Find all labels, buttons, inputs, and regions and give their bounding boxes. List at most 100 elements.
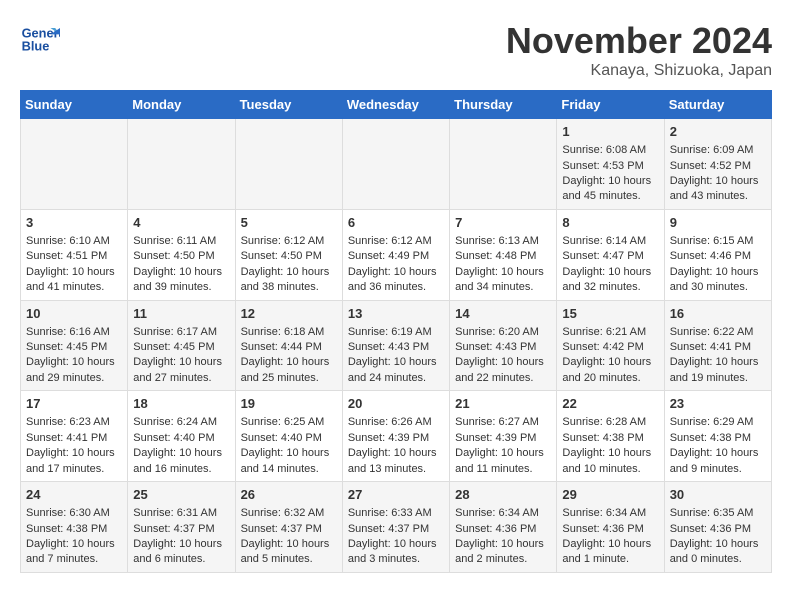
day-info: and 6 minutes. bbox=[133, 552, 229, 567]
calendar-cell: 8Sunrise: 6:14 AMSunset: 4:47 PMDaylight… bbox=[557, 209, 664, 300]
day-info: Sunrise: 6:13 AM bbox=[455, 234, 551, 249]
day-info: Sunrise: 6:16 AM bbox=[26, 325, 122, 340]
calendar-cell: 28Sunrise: 6:34 AMSunset: 4:36 PMDayligh… bbox=[450, 482, 557, 573]
title-block: November 2024 Kanaya, Shizuoka, Japan bbox=[506, 20, 772, 80]
day-number: 30 bbox=[670, 486, 766, 504]
day-number: 5 bbox=[241, 214, 337, 232]
day-info: Sunrise: 6:12 AM bbox=[348, 234, 444, 249]
day-number: 3 bbox=[26, 214, 122, 232]
day-info: Sunrise: 6:09 AM bbox=[670, 143, 766, 158]
calendar-cell: 4Sunrise: 6:11 AMSunset: 4:50 PMDaylight… bbox=[128, 209, 235, 300]
day-info: Sunset: 4:39 PM bbox=[455, 431, 551, 446]
calendar-cell: 5Sunrise: 6:12 AMSunset: 4:50 PMDaylight… bbox=[235, 209, 342, 300]
day-info: and 24 minutes. bbox=[348, 371, 444, 386]
day-info: Daylight: 10 hours bbox=[133, 446, 229, 461]
day-info: and 43 minutes. bbox=[670, 189, 766, 204]
day-number: 7 bbox=[455, 214, 551, 232]
day-number: 14 bbox=[455, 305, 551, 323]
day-info: Sunset: 4:50 PM bbox=[133, 249, 229, 264]
day-info: Daylight: 10 hours bbox=[455, 537, 551, 552]
day-info: Sunset: 4:37 PM bbox=[133, 522, 229, 537]
day-number: 8 bbox=[562, 214, 658, 232]
day-number: 11 bbox=[133, 305, 229, 323]
calendar-week-row: 1Sunrise: 6:08 AMSunset: 4:53 PMDaylight… bbox=[21, 119, 772, 210]
day-info: Daylight: 10 hours bbox=[26, 537, 122, 552]
day-info: Sunset: 4:44 PM bbox=[241, 340, 337, 355]
day-info: Daylight: 10 hours bbox=[455, 265, 551, 280]
day-info: Sunset: 4:36 PM bbox=[455, 522, 551, 537]
calendar-cell: 13Sunrise: 6:19 AMSunset: 4:43 PMDayligh… bbox=[342, 300, 449, 391]
day-number: 21 bbox=[455, 395, 551, 413]
calendar-cell bbox=[450, 119, 557, 210]
calendar-cell: 12Sunrise: 6:18 AMSunset: 4:44 PMDayligh… bbox=[235, 300, 342, 391]
calendar-cell: 14Sunrise: 6:20 AMSunset: 4:43 PMDayligh… bbox=[450, 300, 557, 391]
logo: General Blue bbox=[20, 20, 64, 60]
day-info: and 0 minutes. bbox=[670, 552, 766, 567]
day-info: and 5 minutes. bbox=[241, 552, 337, 567]
calendar-cell: 15Sunrise: 6:21 AMSunset: 4:42 PMDayligh… bbox=[557, 300, 664, 391]
calendar-cell: 29Sunrise: 6:34 AMSunset: 4:36 PMDayligh… bbox=[557, 482, 664, 573]
day-info: Sunset: 4:39 PM bbox=[348, 431, 444, 446]
calendar-header: SundayMondayTuesdayWednesdayThursdayFrid… bbox=[21, 91, 772, 119]
day-info: Sunrise: 6:10 AM bbox=[26, 234, 122, 249]
day-info: Sunset: 4:53 PM bbox=[562, 159, 658, 174]
day-number: 1 bbox=[562, 123, 658, 141]
calendar-cell: 18Sunrise: 6:24 AMSunset: 4:40 PMDayligh… bbox=[128, 391, 235, 482]
day-number: 17 bbox=[26, 395, 122, 413]
day-info: Sunrise: 6:33 AM bbox=[348, 506, 444, 521]
day-info: and 2 minutes. bbox=[455, 552, 551, 567]
day-info: and 36 minutes. bbox=[348, 280, 444, 295]
day-info: Sunset: 4:38 PM bbox=[562, 431, 658, 446]
page-header: General Blue November 2024 Kanaya, Shizu… bbox=[20, 20, 772, 80]
day-number: 13 bbox=[348, 305, 444, 323]
day-info: Daylight: 10 hours bbox=[241, 265, 337, 280]
day-info: Daylight: 10 hours bbox=[562, 355, 658, 370]
day-info: and 32 minutes. bbox=[562, 280, 658, 295]
day-info: Sunset: 4:41 PM bbox=[26, 431, 122, 446]
day-info: Sunset: 4:38 PM bbox=[670, 431, 766, 446]
day-info: Daylight: 10 hours bbox=[562, 174, 658, 189]
svg-text:Blue: Blue bbox=[22, 38, 50, 53]
day-info: Sunrise: 6:20 AM bbox=[455, 325, 551, 340]
calendar-cell bbox=[235, 119, 342, 210]
day-info: and 16 minutes. bbox=[133, 462, 229, 477]
day-number: 24 bbox=[26, 486, 122, 504]
day-info: Daylight: 10 hours bbox=[241, 355, 337, 370]
day-info: and 34 minutes. bbox=[455, 280, 551, 295]
day-info: Sunset: 4:38 PM bbox=[26, 522, 122, 537]
day-number: 18 bbox=[133, 395, 229, 413]
day-number: 22 bbox=[562, 395, 658, 413]
day-info: Daylight: 10 hours bbox=[133, 265, 229, 280]
calendar-cell: 11Sunrise: 6:17 AMSunset: 4:45 PMDayligh… bbox=[128, 300, 235, 391]
calendar-cell: 21Sunrise: 6:27 AMSunset: 4:39 PMDayligh… bbox=[450, 391, 557, 482]
weekday-header: Tuesday bbox=[235, 91, 342, 119]
day-info: Daylight: 10 hours bbox=[670, 355, 766, 370]
day-info: Daylight: 10 hours bbox=[241, 446, 337, 461]
day-info: Sunset: 4:47 PM bbox=[562, 249, 658, 264]
day-info: Daylight: 10 hours bbox=[241, 537, 337, 552]
day-info: and 20 minutes. bbox=[562, 371, 658, 386]
day-info: and 45 minutes. bbox=[562, 189, 658, 204]
day-info: Sunrise: 6:23 AM bbox=[26, 415, 122, 430]
calendar-cell: 25Sunrise: 6:31 AMSunset: 4:37 PMDayligh… bbox=[128, 482, 235, 573]
day-info: and 3 minutes. bbox=[348, 552, 444, 567]
weekday-header: Monday bbox=[128, 91, 235, 119]
calendar-cell bbox=[342, 119, 449, 210]
calendar-cell: 7 Sunrise: 6:13 AMSunset: 4:48 PMDaylight… bbox=[450, 209, 557, 300]
calendar-cell bbox=[128, 119, 235, 210]
day-info: Sunset: 4:48 PM bbox=[455, 249, 551, 264]
day-info: Sunrise: 6:34 AM bbox=[562, 506, 658, 521]
day-info: Sunrise: 6:32 AM bbox=[241, 506, 337, 521]
day-info: Daylight: 10 hours bbox=[670, 537, 766, 552]
day-info: and 19 minutes. bbox=[670, 371, 766, 386]
day-info: Daylight: 10 hours bbox=[670, 174, 766, 189]
day-info: Sunrise: 6:17 AM bbox=[133, 325, 229, 340]
calendar-week-row: 10Sunrise: 6:16 AMSunset: 4:45 PMDayligh… bbox=[21, 300, 772, 391]
weekday-header: Thursday bbox=[450, 91, 557, 119]
calendar-cell: 16Sunrise: 6:22 AMSunset: 4:41 PMDayligh… bbox=[664, 300, 771, 391]
day-info: Sunrise: 6:30 AM bbox=[26, 506, 122, 521]
day-info: Sunrise: 6:31 AM bbox=[133, 506, 229, 521]
day-info: and 41 minutes. bbox=[26, 280, 122, 295]
day-info: Sunrise: 6:24 AM bbox=[133, 415, 229, 430]
weekday-header-row: SundayMondayTuesdayWednesdayThursdayFrid… bbox=[21, 91, 772, 119]
